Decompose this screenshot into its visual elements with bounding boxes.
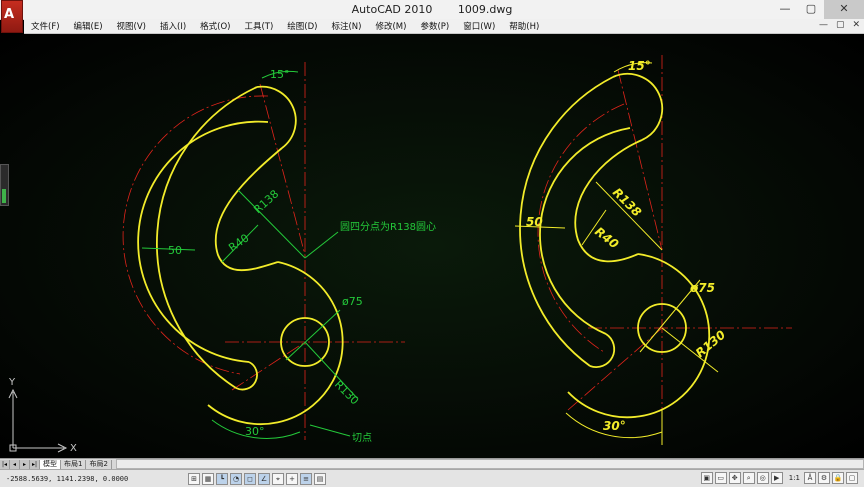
left-r40-label: R40 (226, 231, 251, 254)
model-space-icon[interactable]: ▣ (700, 472, 713, 484)
left-slot-centerline-30 (231, 341, 306, 391)
menu-tools[interactable]: 工具(T) (237, 20, 280, 32)
autocad-logo-icon: A (4, 7, 15, 22)
right-angle-30-label: 30° (603, 419, 626, 433)
steering-wheel-icon[interactable]: ◎ (756, 472, 769, 484)
lock-icon[interactable]: 🔒 (832, 472, 844, 484)
annotation-visibility-icon[interactable]: Å (804, 472, 816, 484)
right-slot-centerline-30 (567, 327, 663, 411)
menu-help[interactable]: 帮助(H) (502, 20, 546, 32)
left-dim-line-dia75 (285, 309, 341, 361)
drawing-svg: 15° R138 R40 50 ø75 R130 30° 圆四分点为R138圆心… (8, 55, 792, 454)
status-right-tray: ▣ ▭ ✥ ⌕ ◎ ▶ 1:1 Å ⚙ 🔒 ▢ (700, 472, 860, 484)
tab-layout2[interactable]: 布局2 (86, 459, 112, 469)
tab-model[interactable]: 模型 (40, 459, 61, 469)
left-centerlines (122, 62, 405, 440)
left-note-r138-center: 圆四分点为R138圆心 (340, 221, 436, 233)
menu-view[interactable]: 视图(V) (110, 20, 153, 32)
right-width-50-label: 50 (526, 215, 543, 229)
window-controls: — ▢ ✕ (772, 0, 864, 19)
prev-tab-button[interactable]: ◂ (10, 459, 20, 469)
left-dimension-text: 15° R138 R40 50 ø75 R130 30° 圆四分点为R138圆心… (168, 68, 436, 444)
left-leader-tangent (309, 424, 351, 437)
right-r130-label: R130 (693, 328, 728, 361)
window-title: AutoCAD 2010 1009.dwg (0, 3, 864, 16)
horizontal-scrollbar[interactable] (115, 459, 864, 469)
workspace-switch-icon[interactable]: ⚙ (818, 472, 830, 484)
showmotion-icon[interactable]: ▶ (770, 472, 783, 484)
minimize-button[interactable]: — (772, 0, 798, 19)
left-slot-centerline-15 (259, 83, 306, 256)
ducs-toggle-icon[interactable]: ⌖ (272, 472, 284, 485)
polar-toggle-icon[interactable]: ◔ (230, 472, 242, 485)
lineweight-toggle-icon[interactable]: ≡ (300, 472, 312, 485)
right-inner-arc (539, 127, 631, 335)
left-dia75-label: ø75 (342, 295, 363, 308)
zoom-icon[interactable]: ⌕ (742, 472, 755, 484)
right-r40-label: R40 (592, 224, 621, 251)
clean-screen-icon[interactable]: ▢ (846, 472, 858, 484)
menu-edit[interactable]: 编辑(E) (67, 20, 110, 32)
right-centerlines (537, 55, 792, 440)
annotation-scale[interactable]: 1:1 (789, 474, 800, 482)
left-r138-label: R138 (251, 187, 281, 216)
quick-view-layouts-icon[interactable]: ▭ (714, 472, 727, 484)
next-tab-button[interactable]: ▸ (20, 459, 30, 469)
left-angle-30-label: 30° (245, 425, 265, 438)
first-tab-button[interactable]: |◂ (0, 459, 10, 469)
left-width-50-label: 50 (168, 244, 182, 257)
osnap-toggle-icon[interactable]: ◻ (244, 472, 256, 485)
left-leader-note (304, 231, 339, 259)
close-button[interactable]: ✕ (824, 0, 864, 19)
doc-minimize-button[interactable]: — (819, 20, 828, 30)
ucs-icon: Y X (8, 377, 77, 454)
left-r40-arc (214, 147, 283, 272)
doc-close-button[interactable]: ✕ (852, 20, 860, 30)
menu-parameters[interactable]: 参数(P) (413, 20, 456, 32)
menu-file[interactable]: 文件(F) (24, 20, 67, 32)
tab-layout1[interactable]: 布局1 (61, 459, 87, 469)
title-bar: AutoCAD 2010 1009.dwg — ▢ ✕ (0, 0, 864, 20)
right-angle-15-label: 15° (628, 59, 651, 73)
snap-toggle-icon[interactable]: ⊞ (188, 472, 200, 485)
pan-icon[interactable]: ✥ (728, 472, 741, 484)
file-name: 1009.dwg (457, 3, 513, 16)
layout-tabs-bar: |◂ ◂ ▸ ▸| 模型 布局1 布局2 (0, 458, 864, 469)
right-part: 15° R138 R40 50 ø75 R130 30° (514, 55, 792, 445)
menu-modify[interactable]: 修改(M) (368, 20, 413, 32)
grid-toggle-icon[interactable]: ▦ (202, 472, 214, 485)
right-dimensions (514, 62, 719, 445)
quick-properties-icon[interactable]: ▤ (314, 472, 326, 485)
menu-bar: 文件(F) 编辑(E) 视图(V) 插入(I) 格式(O) 工具(T) 绘图(D… (24, 19, 864, 34)
last-tab-button[interactable]: ▸| (30, 459, 40, 469)
ucs-x-label: X (70, 443, 77, 454)
app-title: AutoCAD 2010 (351, 3, 433, 16)
otrack-toggle-icon[interactable]: ∠ (258, 472, 270, 485)
coordinate-readout: -2588.5639, 1141.2398, 0.0000 (6, 474, 129, 483)
menu-insert[interactable]: 插入(I) (153, 20, 193, 32)
drawing-canvas[interactable]: 15° R138 R40 50 ø75 R130 30° 圆四分点为R138圆心… (0, 34, 864, 458)
right-slot-centerline-15 (617, 69, 663, 251)
left-r130-label: R130 (332, 378, 361, 407)
menu-dimension[interactable]: 标注(N) (324, 20, 368, 32)
dyn-toggle-icon[interactable]: + (286, 472, 298, 485)
right-dia75-label: ø75 (689, 281, 715, 295)
document-controls: — ▢ ✕ (819, 20, 860, 30)
ucs-y-label: Y (8, 377, 16, 388)
menu-draw[interactable]: 绘图(D) (280, 20, 324, 32)
maximize-button[interactable]: ▢ (798, 0, 824, 19)
menu-window[interactable]: 窗口(W) (456, 20, 502, 32)
doc-restore-button[interactable]: ▢ (836, 20, 845, 30)
left-angle-15-label: 15° (270, 68, 290, 81)
menu-format[interactable]: 格式(O) (193, 20, 237, 32)
status-bar: -2588.5639, 1141.2398, 0.0000 ⊞ ▦ ┗ ◔ ◻ … (0, 469, 864, 487)
left-hub-circle-r130 (207, 261, 344, 426)
right-center-arc-r138 (537, 103, 625, 353)
left-tangent-point-label: 切点 (352, 432, 372, 444)
ortho-toggle-icon[interactable]: ┗ (216, 472, 228, 485)
left-part: 15° R138 R40 50 ø75 R130 30° 圆四分点为R138圆心… (122, 62, 436, 444)
application-menu-button[interactable]: A (1, 0, 23, 33)
